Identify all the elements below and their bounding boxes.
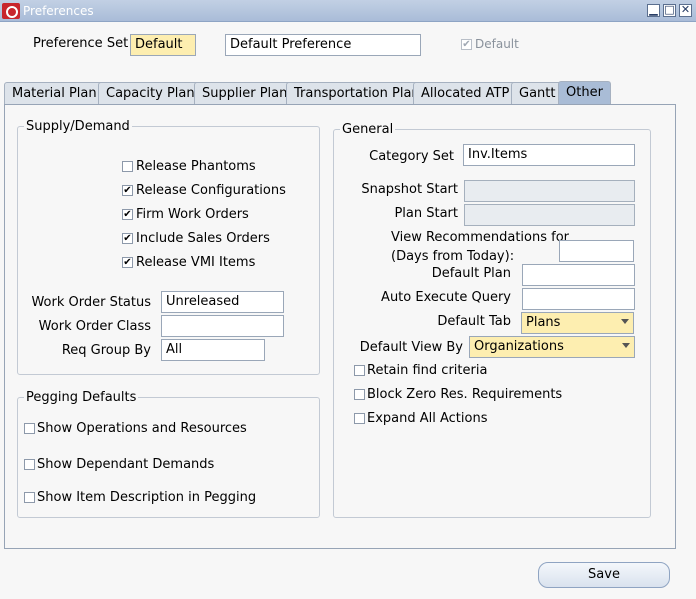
- default-tab-select[interactable]: Plans: [521, 312, 634, 334]
- preference-description-input[interactable]: Default Preference: [225, 34, 421, 56]
- work-order-status-label: Work Order Status: [31, 295, 151, 310]
- minimize-icon[interactable]: ▁: [647, 4, 660, 17]
- view-recommendations-input[interactable]: [559, 240, 634, 262]
- tab-transportation-plan[interactable]: Transportation Plan: [286, 82, 428, 105]
- chevron-down-icon: [622, 343, 630, 348]
- default-tab-value: Plans: [526, 315, 561, 330]
- show-item-description-label: Show Item Description in Pegging: [37, 490, 257, 505]
- block-zero-res-checkbox[interactable]: [354, 389, 365, 400]
- default-plan-input[interactable]: [522, 264, 635, 286]
- category-set-input[interactable]: Inv.Items: [463, 144, 635, 166]
- show-dependant-demands-checkbox[interactable]: [24, 459, 35, 470]
- preferences-window: Preferences ▁ □ ✕ Preference Set Default…: [0, 0, 696, 599]
- default-checkbox-label: Default: [475, 37, 519, 51]
- oracle-logo-icon: [2, 3, 20, 19]
- default-view-by-label: Default View By: [359, 340, 463, 355]
- chevron-down-icon: [621, 319, 629, 324]
- save-button[interactable]: Save: [538, 562, 670, 588]
- maximize-icon[interactable]: □: [663, 4, 676, 17]
- preference-set-label: Preference Set: [33, 36, 129, 51]
- show-item-description-checkbox[interactable]: [24, 492, 35, 503]
- show-dependant-demands-label: Show Dependant Demands: [37, 457, 215, 472]
- work-order-status-input[interactable]: Unreleased: [161, 291, 284, 313]
- snapshot-start-field: [464, 180, 635, 202]
- expand-all-actions-label: Expand All Actions: [367, 411, 488, 426]
- include-sales-orders-checkbox[interactable]: ✔: [122, 233, 133, 244]
- release-phantoms-label: Release Phantoms: [136, 159, 256, 174]
- close-icon[interactable]: ✕: [679, 4, 692, 17]
- pegging-defaults-title: Pegging Defaults: [24, 390, 139, 405]
- show-operations-checkbox[interactable]: [24, 423, 35, 434]
- supply-demand-title: Supply/Demand: [24, 119, 132, 134]
- block-zero-res-label: Block Zero Res. Requirements: [367, 387, 563, 402]
- view-recommendations-label-line2: (Days from Today):: [391, 249, 515, 264]
- category-set-label: Category Set: [369, 149, 454, 164]
- release-phantoms-checkbox[interactable]: [122, 161, 133, 172]
- work-order-class-label: Work Order Class: [38, 319, 151, 334]
- release-configurations-checkbox[interactable]: ✔: [122, 185, 133, 196]
- tab-allocated-atp[interactable]: Allocated ATP: [413, 82, 518, 105]
- show-operations-label: Show Operations and Resources: [37, 421, 247, 436]
- release-vmi-items-checkbox[interactable]: ✔: [122, 257, 133, 268]
- retain-find-criteria-label: Retain find criteria: [367, 363, 488, 378]
- tab-gantt[interactable]: Gantt: [511, 82, 564, 105]
- retain-find-criteria-checkbox[interactable]: [354, 365, 365, 376]
- include-sales-orders-label: Include Sales Orders: [136, 231, 270, 246]
- release-vmi-items-label: Release VMI Items: [136, 255, 256, 270]
- auto-execute-query-label: Auto Execute Query: [381, 290, 511, 305]
- window-title: Preferences: [23, 4, 94, 18]
- work-order-class-input[interactable]: [161, 315, 284, 337]
- firm-work-orders-checkbox[interactable]: ✔: [122, 209, 133, 220]
- default-tab-label: Default Tab: [437, 314, 511, 329]
- tab-capacity-plan[interactable]: Capacity Plan: [98, 82, 203, 105]
- view-recommendations-label-line1: View Recommendations for: [391, 230, 569, 245]
- title-bar: Preferences ▁ □ ✕: [0, 0, 696, 22]
- plan-start-field: [464, 204, 635, 226]
- firm-work-orders-label: Firm Work Orders: [136, 207, 249, 222]
- release-configurations-label: Release Configurations: [136, 183, 286, 198]
- default-checkbox[interactable]: ✔: [461, 39, 472, 50]
- req-group-by-label: Req Group By: [61, 343, 151, 358]
- expand-all-actions-checkbox[interactable]: [354, 413, 365, 424]
- auto-execute-query-input[interactable]: [522, 288, 635, 310]
- general-title: General: [340, 122, 396, 137]
- default-plan-label: Default Plan: [431, 266, 511, 281]
- tab-other[interactable]: Other: [558, 81, 611, 105]
- default-view-by-select[interactable]: Organizations: [469, 336, 635, 358]
- plan-start-label: Plan Start: [394, 206, 458, 221]
- tab-material-plan[interactable]: Material Plan: [4, 82, 105, 105]
- preference-set-input[interactable]: Default: [130, 34, 196, 56]
- req-group-by-input[interactable]: All: [161, 339, 265, 361]
- tab-supplier-plan[interactable]: Supplier Plan: [194, 82, 296, 105]
- snapshot-start-label: Snapshot Start: [361, 182, 458, 197]
- default-view-by-value: Organizations: [474, 339, 564, 354]
